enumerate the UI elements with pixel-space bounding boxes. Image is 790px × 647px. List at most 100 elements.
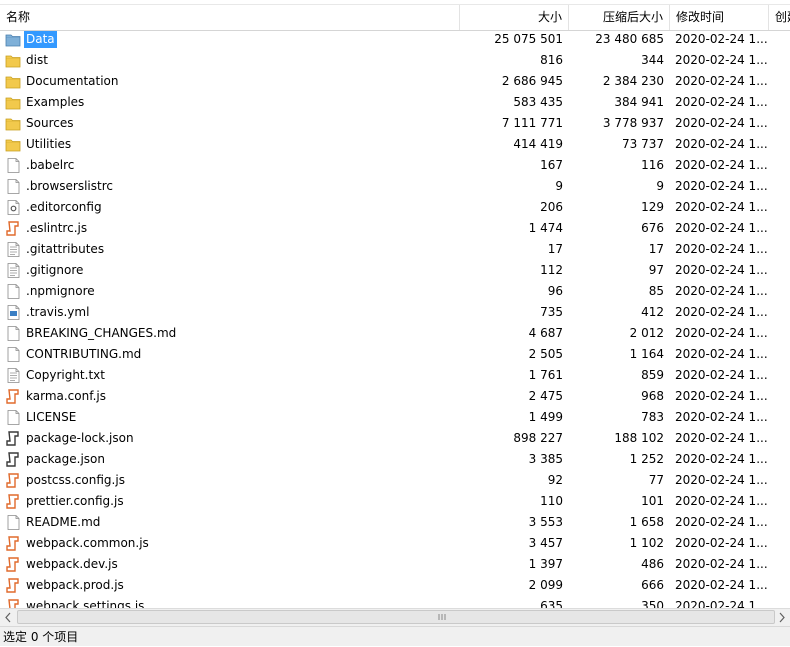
name-cell: package-lock.json	[5, 428, 525, 449]
scroll-right-button[interactable]	[773, 609, 790, 626]
file-name: webpack.prod.js	[26, 578, 124, 592]
size-cell: 3 553	[528, 515, 563, 529]
size-cell: 4 687	[528, 326, 563, 340]
file-row[interactable]: Copyright.txt 1 761 859 2020-02-24 1...	[0, 365, 790, 386]
file-row[interactable]: CONTRIBUTING.md 2 505 1 164 2020-02-24 1...	[0, 344, 790, 365]
file-row[interactable]: dist 816 344 2020-02-24 1...	[0, 50, 790, 71]
file-row[interactable]: Sources 7 111 771 3 778 937 2020-02-24 1...	[0, 113, 790, 134]
name-cell: BREAKING_CHANGES.md	[5, 323, 525, 344]
compressed-size-cell: 676	[641, 221, 664, 235]
file-row[interactable]: .npmignore 96 85 2020-02-24 1...	[0, 281, 790, 302]
name-cell: .editorconfig	[5, 197, 525, 218]
file-row[interactable]: package.json 3 385 1 252 2020-02-24 1...	[0, 449, 790, 470]
file-row[interactable]: .editorconfig 206 129 2020-02-24 1...	[0, 197, 790, 218]
size-cell: 3 457	[528, 536, 563, 550]
file-row[interactable]: Examples 583 435 384 941 2020-02-24 1...	[0, 92, 790, 113]
file-icon	[7, 347, 20, 362]
size-cell: 2 686 945	[501, 74, 563, 88]
file-icon	[7, 158, 20, 173]
name-cell: CONTRIBUTING.md	[5, 344, 525, 365]
file-row[interactable]: webpack.common.js 3 457 1 102 2020-02-24 1.…	[0, 533, 790, 554]
file-row[interactable]: package-lock.json 898 227 188 102 2020-02-2…	[0, 428, 790, 449]
file-icon	[7, 410, 20, 425]
name-cell: prettier.config.js	[5, 491, 525, 512]
modified-date-cell: 2020-02-24 1...	[675, 221, 767, 235]
file-row[interactable]: .gitattributes 17 17 2020-02-24 1...	[0, 239, 790, 260]
size-cell: 1 761	[528, 368, 563, 382]
size-cell: 7 111 771	[501, 116, 563, 130]
file-row[interactable]: Data 25 075 501 23 480 685 2020-02-24 1...	[0, 29, 790, 50]
compressed-size-cell: 859	[641, 368, 664, 382]
column-size-header[interactable]: 大小	[460, 5, 569, 30]
file-row[interactable]: BREAKING_CHANGES.md 4 687 2 012 2020-02-24 …	[0, 323, 790, 344]
size-cell: 1 474	[528, 221, 563, 235]
scroll-thumb[interactable]	[17, 610, 775, 624]
script-file-icon	[6, 557, 19, 572]
file-icon	[7, 284, 20, 299]
name-cell: Documentation	[5, 71, 525, 92]
compressed-size-cell: 97	[648, 263, 664, 277]
file-row[interactable]: .eslintrc.js 1 474 676 2020-02-24 1...	[0, 218, 790, 239]
column-name-header[interactable]: 名称	[0, 5, 460, 30]
file-row[interactable]: README.md 3 553 1 658 2020-02-24 1...	[0, 512, 790, 533]
script-file-icon	[6, 536, 19, 551]
file-row[interactable]: prettier.config.js 110 101 2020-02-24 1...	[0, 491, 790, 512]
size-cell: 1 397	[528, 557, 563, 571]
column-compressed-header[interactable]: 压缩后大小	[569, 5, 670, 30]
folder-icon	[5, 118, 21, 131]
size-cell: 110	[540, 494, 563, 508]
script-file-icon	[6, 473, 19, 488]
modified-date-cell: 2020-02-24 1...	[675, 494, 767, 508]
name-cell: webpack.dev.js	[5, 554, 525, 575]
file-icon	[7, 326, 20, 341]
modified-date-cell: 2020-02-24 1...	[675, 158, 767, 172]
modified-date-cell: 2020-02-24 1...	[675, 74, 767, 88]
file-row[interactable]: Documentation 2 686 945 2 384 230 2020-02-2…	[0, 71, 790, 92]
folder-icon	[5, 97, 21, 110]
file-name: prettier.config.js	[26, 494, 124, 508]
name-cell: Data	[5, 29, 525, 50]
modified-date-cell: 2020-02-24 1...	[675, 263, 767, 277]
file-row[interactable]: webpack.dev.js 1 397 486 2020-02-24 1...	[0, 554, 790, 575]
name-cell: postcss.config.js	[5, 470, 525, 491]
horizontal-scrollbar[interactable]	[0, 608, 790, 626]
compressed-size-cell: 2 012	[629, 326, 664, 340]
name-cell: webpack.prod.js	[5, 575, 525, 596]
column-modified-header[interactable]: 修改时间	[670, 5, 769, 30]
file-row[interactable]: webpack.prod.js 2 099 666 2020-02-24 1...	[0, 575, 790, 596]
modified-date-cell: 2020-02-24 1...	[675, 389, 767, 403]
file-row[interactable]: karma.conf.js 2 475 968 2020-02-24 1...	[0, 386, 790, 407]
compressed-size-cell: 3 778 937	[602, 116, 664, 130]
file-row[interactable]: .browserslistrc 9 9 2020-02-24 1...	[0, 176, 790, 197]
modified-date-cell: 2020-02-24 1...	[675, 326, 767, 340]
file-name: BREAKING_CHANGES.md	[26, 326, 177, 340]
file-row[interactable]: .babelrc 167 116 2020-02-24 1...	[0, 155, 790, 176]
modified-date-cell: 2020-02-24 1...	[675, 515, 767, 529]
column-created-header[interactable]: 创建	[769, 5, 790, 30]
name-cell: dist	[5, 50, 525, 71]
size-cell: 2 475	[528, 389, 563, 403]
modified-date-cell: 2020-02-24 1...	[675, 32, 767, 46]
script-file-icon	[6, 389, 19, 404]
modified-date-cell: 2020-02-24 1...	[675, 431, 767, 445]
modified-date-cell: 2020-02-24 1...	[675, 284, 767, 298]
modified-date-cell: 2020-02-24 1...	[675, 557, 767, 571]
file-row[interactable]: Utilities 414 419 73 737 2020-02-24 1...	[0, 134, 790, 155]
compressed-size-cell: 1 252	[629, 452, 664, 466]
file-row[interactable]: postcss.config.js 92 77 2020-02-24 1...	[0, 470, 790, 491]
compressed-size-cell: 1 102	[629, 536, 664, 550]
file-row[interactable]: .gitignore 112 97 2020-02-24 1...	[0, 260, 790, 281]
compressed-size-cell: 783	[641, 410, 664, 424]
file-row[interactable]: webpack.settings.js 635 350 2020-02-24 1...	[0, 596, 790, 608]
file-row[interactable]: LICENSE 1 499 783 2020-02-24 1...	[0, 407, 790, 428]
modified-date-cell: 2020-02-24 1...	[675, 536, 767, 550]
file-name: README.md	[26, 515, 101, 529]
name-cell: Sources	[5, 113, 525, 134]
file-name: Copyright.txt	[26, 368, 105, 382]
file-row[interactable]: .travis.yml 735 412 2020-02-24 1...	[0, 302, 790, 323]
scroll-left-button[interactable]	[0, 609, 17, 626]
modified-date-cell: 2020-02-24 1...	[675, 137, 767, 151]
modified-date-cell: 2020-02-24 1...	[675, 452, 767, 466]
compressed-size-cell: 486	[641, 557, 664, 571]
name-cell: Utilities	[5, 134, 525, 155]
